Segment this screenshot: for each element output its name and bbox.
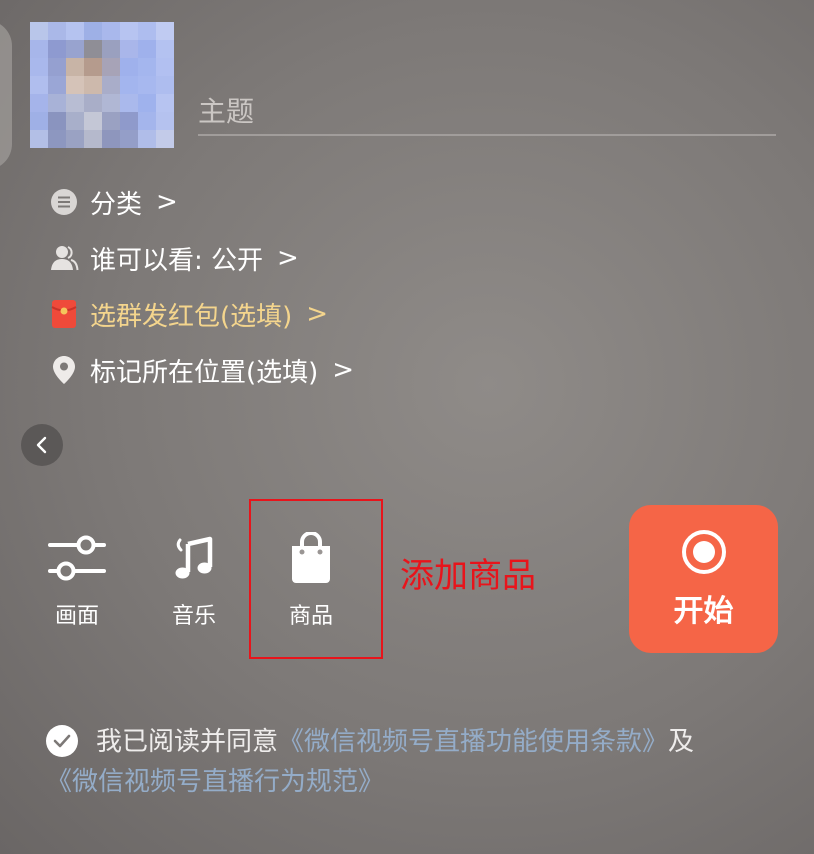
cover-pixel <box>156 40 174 58</box>
agreement: 我已阅读并同意《微信视频号直播功能使用条款》及《微信视频号直播行为规范》 <box>46 722 776 802</box>
cover-pixel <box>120 22 138 40</box>
agreement-prefix: 我已阅读并同意 <box>96 727 279 757</box>
chevron-right-icon: > <box>306 299 329 329</box>
cover-pixel <box>138 40 156 58</box>
chevron-right-icon: > <box>277 243 299 273</box>
cover-pixel <box>30 40 48 58</box>
chevron-left-icon <box>36 436 47 454</box>
cover-pixel <box>102 94 120 112</box>
cover-pixel <box>120 112 138 130</box>
music-label: 音乐 <box>171 604 216 629</box>
cover-pixel <box>102 58 120 76</box>
cover-pixel <box>84 22 102 40</box>
cover-pixel <box>156 76 174 94</box>
location-pin-icon <box>48 354 80 386</box>
cover-pixel <box>84 112 102 130</box>
record-icon <box>681 530 726 574</box>
cover-pixel <box>30 94 48 112</box>
cover-image[interactable] <box>30 22 176 148</box>
cover-pixel <box>48 130 66 148</box>
red-packet-label: 选群发红包(选填) <box>90 301 293 332</box>
collapse-button[interactable] <box>21 424 63 466</box>
checkmark-icon <box>53 734 71 747</box>
cover-pixel <box>102 22 120 40</box>
cover-pixel <box>30 76 48 94</box>
cover-pixel <box>66 40 84 58</box>
cover-pixel <box>120 76 138 94</box>
annotation-label: 添加商品 <box>400 556 536 596</box>
cover-pixel <box>102 76 120 94</box>
cover-pixel <box>66 76 84 94</box>
cover-pixel <box>66 130 84 148</box>
cover-pixel <box>138 76 156 94</box>
cover-pixel <box>102 130 120 148</box>
location-option[interactable]: 标记所在位置(选填) > <box>48 348 354 392</box>
cover-pixel <box>48 58 66 76</box>
cover-pixel <box>156 58 174 76</box>
start-label: 开始 <box>673 594 734 629</box>
cover-pixel <box>84 76 102 94</box>
cover-pixel <box>120 58 138 76</box>
sliders-icon <box>32 528 122 588</box>
topic-input[interactable] <box>198 88 776 136</box>
cover-pixel <box>84 94 102 112</box>
cover-pixel <box>48 76 66 94</box>
music-note-icon <box>149 528 239 588</box>
picture-button[interactable]: 画面 <box>32 528 122 630</box>
list-icon <box>48 186 80 218</box>
agreement-conjunction: 及 <box>668 727 695 757</box>
cover-pixel <box>138 130 156 148</box>
cover-pixel <box>156 130 174 148</box>
chevron-right-icon: > <box>156 187 178 217</box>
highlight-box <box>249 499 383 659</box>
cover-pixel <box>30 58 48 76</box>
cover-pixel <box>138 112 156 130</box>
cover-pixel <box>30 22 48 40</box>
category-label: 分类 <box>90 189 143 220</box>
cover-pixel <box>48 94 66 112</box>
cover-pixel <box>156 94 174 112</box>
cover-pixel <box>66 58 84 76</box>
norms-link[interactable]: 《微信视频号直播行为规范》 <box>46 767 384 797</box>
terms-link[interactable]: 《微信视频号直播功能使用条款》 <box>278 727 668 757</box>
visibility-option[interactable]: 谁可以看: 公开 > <box>48 236 299 280</box>
cover-pixel <box>66 112 84 130</box>
cover-pixel <box>156 22 174 40</box>
side-panel-edge <box>0 20 12 170</box>
red-packet-icon <box>48 298 80 330</box>
cover-pixel <box>84 130 102 148</box>
person-icon <box>48 242 80 274</box>
music-button[interactable]: 音乐 <box>149 528 239 630</box>
cover-pixel <box>138 22 156 40</box>
cover-pixel <box>30 112 48 130</box>
start-button[interactable]: 开始 <box>629 505 778 653</box>
cover-pixel <box>84 58 102 76</box>
picture-label: 画面 <box>54 604 99 629</box>
cover-pixel <box>48 112 66 130</box>
red-packet-option[interactable]: 选群发红包(选填) > <box>48 292 328 336</box>
cover-pixel <box>138 58 156 76</box>
location-label: 标记所在位置(选填) <box>90 357 319 388</box>
cover-pixel <box>102 40 120 58</box>
category-option[interactable]: 分类 > <box>48 180 178 224</box>
chevron-right-icon: > <box>332 355 355 385</box>
cover-pixel <box>120 94 138 112</box>
cover-pixel <box>120 40 138 58</box>
cover-pixel <box>48 22 66 40</box>
cover-pixel <box>120 130 138 148</box>
cover-pixel <box>102 112 120 130</box>
cover-pixel <box>66 22 84 40</box>
cover-pixel <box>138 94 156 112</box>
cover-pixel <box>30 130 48 148</box>
visibility-label: 谁可以看: 公开 <box>90 245 264 276</box>
cover-pixel <box>84 40 102 58</box>
cover-pixel <box>156 112 174 130</box>
agreement-checkbox[interactable] <box>46 724 78 757</box>
cover-pixel <box>66 94 84 112</box>
cover-pixel <box>48 40 66 58</box>
